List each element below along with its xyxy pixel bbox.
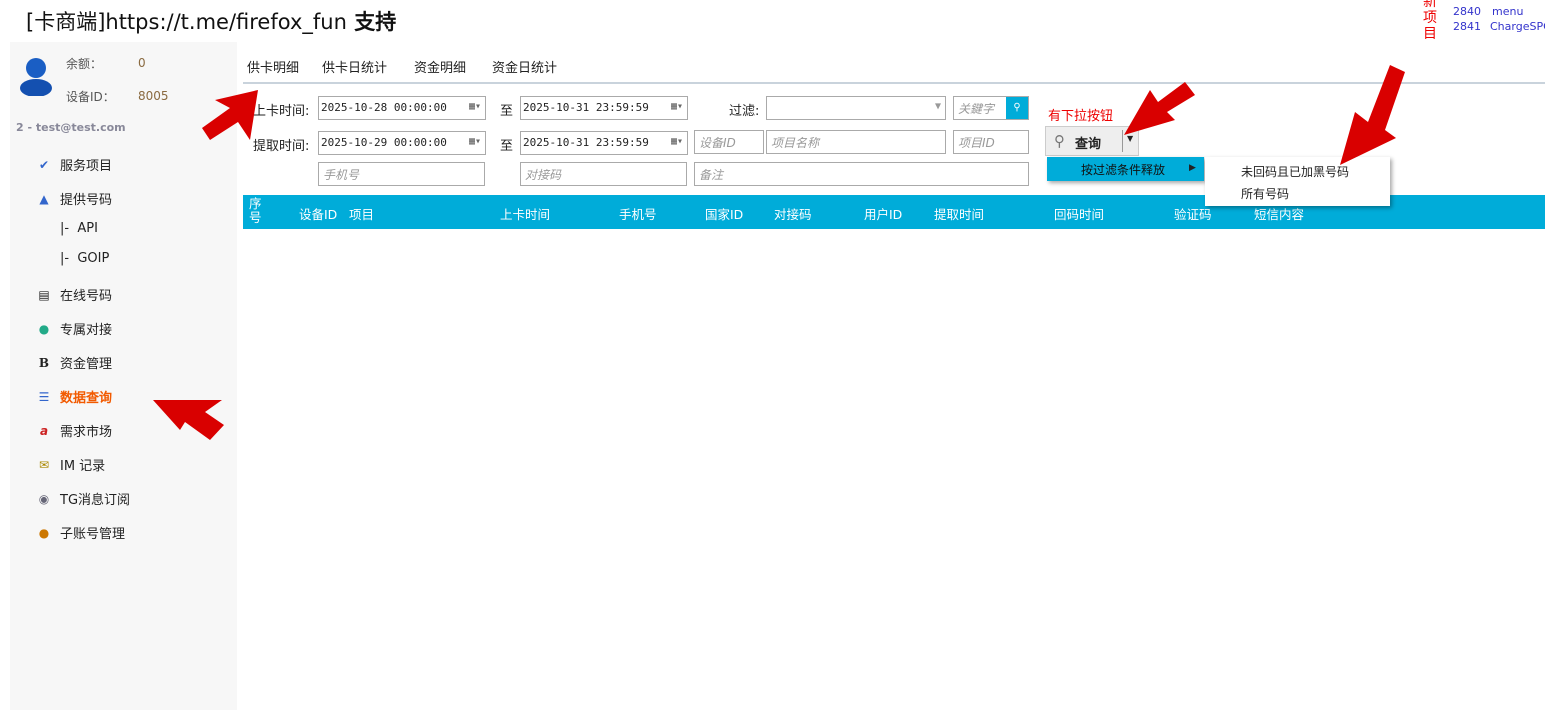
sidebar-item-im[interactable]: ✉ IM 记录: [36, 455, 105, 475]
fetch-to-input[interactable]: 2025-10-31 23:59:59 ▦▾: [520, 131, 688, 155]
sidebar-item-data-query[interactable]: ☰ 数据查询: [36, 387, 112, 407]
sidebar-item-provide-numbers[interactable]: ▲ 提供号码: [36, 189, 112, 209]
sidebar-item-dedicated[interactable]: ● 专属对接: [36, 319, 112, 339]
balance-label: 余额：: [66, 57, 103, 71]
bold-b-icon: B: [38, 355, 50, 370]
chevron-down-icon: ▼: [934, 101, 941, 112]
sidebar-item-goip[interactable]: |- GOIP: [60, 251, 109, 266]
submenu: 未回码且已加黑号码 所有号码: [1205, 157, 1390, 206]
user-search-icon: ●: [38, 525, 50, 540]
col-upload-time: 上卡时间: [500, 207, 551, 222]
globe-link-icon: ●: [38, 321, 50, 336]
query-button[interactable]: ⚲ 查询 ▼: [1045, 126, 1139, 156]
new-project-name[interactable]: ChargeSPC: [1490, 20, 1545, 33]
calendar-icon[interactable]: ▦▾: [469, 101, 481, 112]
new-project-id: 2841: [1453, 20, 1481, 33]
speaker-icon: ◉: [38, 491, 50, 506]
page-title: [卡商端]https://t.me/firefox_fun 支持: [26, 10, 397, 34]
upload-time-label: 上卡时间:: [253, 104, 310, 119]
dropdown-annotation: 有下拉按钮: [1048, 109, 1114, 124]
col-index: 序号: [249, 196, 262, 225]
tab-divider: [243, 82, 1545, 84]
tab-fund-detail[interactable]: 资金明细: [414, 57, 466, 76]
col-device-id: 设备ID: [299, 207, 338, 222]
code-input[interactable]: 对接码: [520, 162, 687, 186]
device-id-value: 8005: [138, 89, 169, 103]
balance-value: 0: [138, 56, 146, 70]
device-id-label: 设备ID：: [66, 90, 115, 104]
col-verify-code: 验证码: [1174, 207, 1212, 222]
dropdown-menu: 按过滤条件释放 ▶: [1047, 157, 1204, 181]
submenu-item-unreturned-blacklisted[interactable]: 未回码且已加黑号码: [1241, 163, 1349, 180]
submenu-item-all-numbers[interactable]: 所有号码: [1241, 185, 1289, 202]
sidebar: 余额： 0 设备ID： 8005 2 - test@test.com: [10, 42, 237, 710]
col-code: 对接码: [774, 207, 812, 222]
upload-from-input[interactable]: 2025-10-28 00:00:00 ▦▾: [318, 96, 486, 120]
to-label: 至: [500, 104, 514, 119]
tab-card-daily[interactable]: 供卡日统计: [322, 57, 387, 76]
note-input[interactable]: 备注: [694, 162, 1029, 186]
fetch-time-label: 提取时间:: [253, 139, 310, 154]
upload-to-input[interactable]: 2025-10-31 23:59:59 ▦▾: [520, 96, 688, 120]
new-project-name[interactable]: menu: [1492, 5, 1523, 18]
user-email: 2 - test@test.com: [16, 121, 126, 134]
col-project: 项目: [349, 207, 375, 222]
calendar-icon[interactable]: ▦▾: [671, 101, 683, 112]
list-box-icon: ▤: [38, 287, 50, 302]
project-name-input[interactable]: 项目名称: [766, 130, 946, 154]
device-id-input[interactable]: 设备ID: [694, 130, 764, 154]
phone-input[interactable]: 手机号: [318, 162, 485, 186]
sidebar-item-funds[interactable]: B 资金管理: [36, 353, 112, 373]
to-label: 至: [500, 139, 514, 154]
calendar-icon[interactable]: ▦▾: [671, 136, 683, 147]
envelope-icon: ✉: [38, 457, 50, 472]
col-user-id: 用户ID: [864, 207, 903, 222]
document-a-icon: a: [39, 423, 49, 438]
spellcheck-icon: ✔: [38, 157, 50, 172]
numbered-list-icon: ☰: [38, 389, 50, 404]
sidebar-item-online-numbers[interactable]: ▤ 在线号码: [36, 285, 112, 305]
col-phone: 手机号: [619, 207, 657, 222]
sidebar-item-market[interactable]: a 需求市场: [36, 421, 112, 441]
menu-item-release-by-filter[interactable]: 按过滤条件释放 ▶: [1047, 157, 1204, 181]
red-arrow-icon: [1340, 65, 1405, 165]
chevron-right-icon: ▶: [1189, 163, 1196, 173]
new-projects-label: 新项目: [1423, 0, 1437, 42]
sidebar-item-subaccounts[interactable]: ● 子账号管理: [36, 523, 125, 543]
tab-fund-daily[interactable]: 资金日统计: [492, 57, 557, 76]
keyword-input[interactable]: 关鍵字 ⚲: [953, 96, 1029, 120]
col-return-time: 回码时间: [1054, 207, 1105, 222]
project-id-input[interactable]: 项目ID: [953, 130, 1029, 154]
avatar: [20, 58, 52, 96]
col-country-id: 国家ID: [705, 207, 744, 222]
sidebar-item-tg[interactable]: ◉ TG消息订阅: [36, 489, 130, 509]
search-icon[interactable]: ⚲: [1006, 97, 1028, 119]
dropdown-caret-icon[interactable]: ▼: [1127, 134, 1133, 143]
calendar-icon[interactable]: ▦▾: [469, 136, 481, 147]
col-fetch-time: 提取时间: [934, 207, 985, 222]
filter-select[interactable]: ▼: [766, 96, 946, 120]
filter-label: 过滤:: [729, 104, 760, 119]
new-project-id: 2840: [1453, 5, 1481, 18]
sidebar-item-services[interactable]: ✔ 服务项目: [36, 155, 112, 175]
fetch-from-input[interactable]: 2025-10-29 00:00:00 ▦▾: [318, 131, 486, 155]
sidebar-item-api[interactable]: |- API: [60, 221, 98, 236]
tab-card-detail[interactable]: 供卡明细: [247, 57, 299, 76]
col-sms: 短信内容: [1254, 207, 1305, 222]
search-icon: ⚲: [1054, 132, 1065, 150]
arrow-up-icon: ▲: [39, 191, 49, 206]
